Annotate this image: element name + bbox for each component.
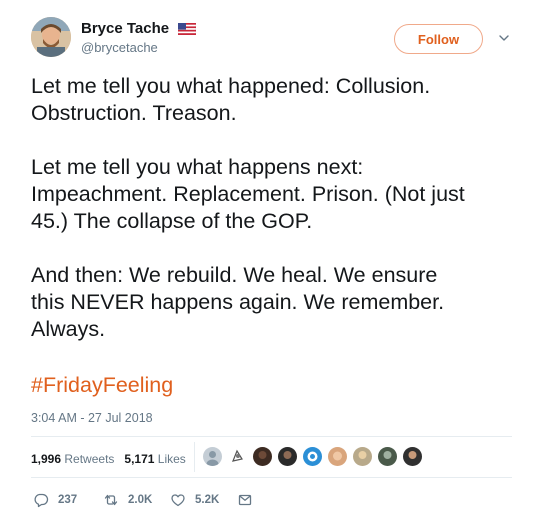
timestamp[interactable]: 3:04 AM - 27 Jul 2018 <box>31 411 153 425</box>
author-handle[interactable]: @brycetache <box>81 40 158 55</box>
hashtag-link[interactable]: #FridayFeeling <box>31 373 173 398</box>
likes-stat[interactable]: 5,171 Likes <box>124 452 185 466</box>
direct-message-button[interactable] <box>237 492 262 508</box>
likes-label: Likes <box>157 452 186 466</box>
likes-count: 5,171 <box>124 452 155 466</box>
divider <box>31 477 512 478</box>
liker-avatar[interactable] <box>203 447 222 466</box>
divider <box>31 436 512 437</box>
retweets-stat[interactable]: 1,996 Retweets <box>31 452 114 466</box>
reply-count: 237 <box>58 494 78 506</box>
text-line: Let me tell you what happened: Collusion… <box>31 74 431 98</box>
heart-icon <box>171 494 185 507</box>
liker-avatar[interactable] <box>278 447 297 466</box>
tweet-text: Let me tell you what happened: Collusion… <box>31 73 511 370</box>
paragraph-2: Let me tell you what happens next: Impea… <box>31 154 511 235</box>
reply-icon <box>34 493 49 508</box>
like-count: 5.2K <box>195 494 220 506</box>
text-line: this NEVER happens again. We remember. <box>31 290 445 314</box>
liker-avatar[interactable] <box>303 447 322 466</box>
author-name[interactable]: Bryce Tache <box>81 20 197 37</box>
liker-avatar[interactable] <box>253 447 272 466</box>
flag-icon <box>178 22 197 36</box>
envelope-icon <box>238 494 252 506</box>
text-line: Obstruction. Treason. <box>31 101 237 125</box>
text-line: 45.) The collapse of the GOP. <box>31 209 313 233</box>
retweet-count: 2.0K <box>128 494 153 506</box>
avatar[interactable] <box>31 17 71 57</box>
text-line: Always. <box>31 317 106 341</box>
liker-avatar[interactable] <box>403 447 422 466</box>
liker-avatar[interactable] <box>328 447 347 466</box>
like-button[interactable]: 5.2K <box>170 492 219 508</box>
reply-button[interactable]: 237 <box>33 492 77 508</box>
text-line: And then: We rebuild. We heal. We ensure <box>31 263 438 287</box>
follow-button[interactable]: Follow <box>394 24 483 54</box>
engagement-stats: 1,996 Retweets 5,171 Likes <box>31 452 186 466</box>
paragraph-1: Let me tell you what happened: Collusion… <box>31 73 511 127</box>
liker-avatar[interactable] <box>378 447 397 466</box>
retweet-button[interactable]: 2.0K <box>103 492 152 508</box>
retweets-count: 1,996 <box>31 452 62 466</box>
text-line: Let me tell you what happens next: <box>31 155 364 179</box>
liker-avatar[interactable] <box>228 447 247 466</box>
text-line: Impeachment. Replacement. Prison. (Not j… <box>31 182 465 206</box>
tweet-card: Bryce Tache @brycetache Follow Let me te… <box>0 0 540 521</box>
stats-separator <box>194 442 195 472</box>
retweet-icon <box>104 494 118 506</box>
caret-down-icon[interactable] <box>497 31 511 45</box>
retweets-label: Retweets <box>64 452 115 466</box>
author-name-text: Bryce Tache <box>81 20 170 37</box>
liker-avatar[interactable] <box>353 447 372 466</box>
paragraph-3: And then: We rebuild. We heal. We ensure… <box>31 262 511 343</box>
